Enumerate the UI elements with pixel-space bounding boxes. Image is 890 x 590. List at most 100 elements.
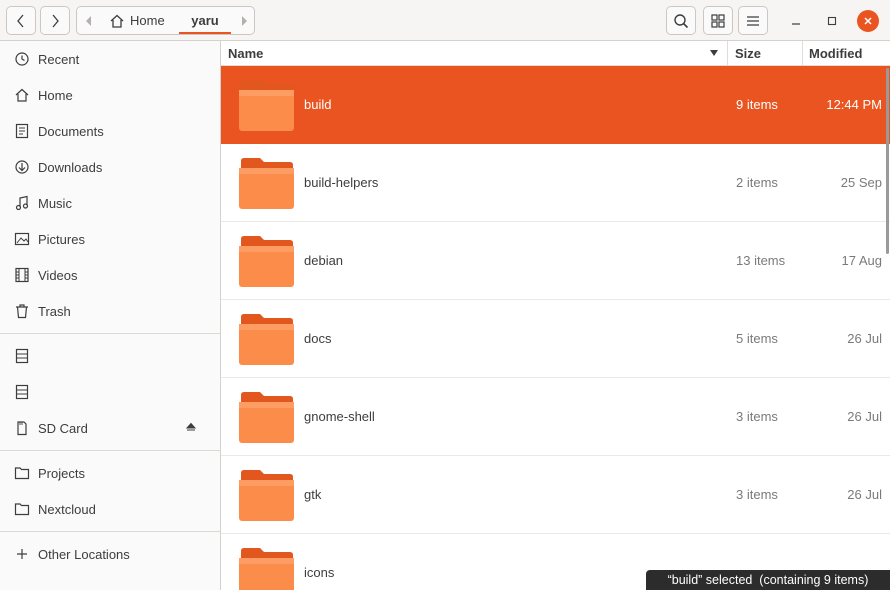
chevron-right-icon [52, 14, 59, 27]
minimize-icon [792, 23, 800, 25]
file-row-gtk[interactable]: gtk 3 items 26 Jul [221, 456, 890, 534]
picture-icon [14, 232, 30, 246]
file-name: docs [304, 331, 332, 346]
sidebar-separator [0, 450, 220, 451]
file-size: 13 items [736, 253, 786, 268]
breadcrumb-yaru[interactable]: yaru [179, 7, 231, 34]
trash-icon [16, 304, 28, 319]
sidebar-item-drive-1[interactable] [0, 338, 220, 374]
column-header-row: Name Size Modified [221, 41, 890, 66]
file-modified: 12:44 PM [826, 97, 882, 112]
scrollbar[interactable] [886, 68, 889, 254]
sidebar-item-projects[interactable]: Projects [0, 455, 220, 491]
close-button[interactable] [857, 10, 879, 32]
file-modified: 17 Aug [841, 253, 883, 268]
sort-descending-icon[interactable] [709, 49, 719, 57]
sidebar-item-label: Projects [38, 465, 85, 481]
file-size: 3 items [736, 487, 778, 502]
file-name: gnome-shell [304, 409, 375, 424]
close-icon [864, 17, 872, 25]
sidebar-separator [0, 333, 220, 334]
sidebar-item-label: Home [38, 87, 73, 103]
folder-icon [239, 470, 294, 521]
sidebar-item-nextcloud[interactable]: Nextcloud [0, 491, 220, 527]
eject-icon[interactable] [186, 422, 196, 432]
folder-icon [239, 158, 294, 209]
plus-icon [17, 549, 27, 559]
search-button[interactable] [666, 6, 696, 35]
file-row-build[interactable]: build 9 items 12:44 PM [221, 66, 890, 144]
home-icon [15, 88, 29, 102]
back-button[interactable] [6, 6, 36, 35]
clock-icon [15, 52, 29, 66]
file-size: 3 items [736, 409, 778, 424]
maximize-button[interactable] [821, 10, 843, 32]
sidebar-item-sd-card[interactable]: SD Card [0, 410, 220, 446]
file-size: 2 items [736, 175, 778, 190]
sidebar: Recent Home Documents Downloads Music Pi… [0, 41, 221, 590]
film-icon [15, 267, 29, 283]
sidebar-item-label: Videos [38, 267, 78, 283]
folder-icon [239, 314, 294, 365]
sidebar-item-label: Pictures [38, 231, 85, 247]
file-modified: 26 Jul [847, 409, 882, 424]
file-name: gtk [304, 487, 322, 502]
sidebar-separator [0, 531, 220, 532]
column-divider[interactable] [727, 41, 728, 66]
sidebar-item-label: Documents [38, 123, 104, 139]
file-size: 5 items [736, 331, 778, 346]
file-modified: 26 Jul [847, 487, 882, 502]
sidebar-item-pictures[interactable]: Pictures [0, 221, 220, 257]
sidebar-item-videos[interactable]: Videos [0, 257, 220, 293]
path-scroll-left-icon[interactable] [85, 15, 93, 27]
sidebar-item-other-locations[interactable]: Other Locations [0, 536, 220, 572]
folder-icon [239, 392, 294, 443]
file-name: debian [304, 253, 344, 268]
document-icon [15, 123, 29, 139]
file-size: 9 items [736, 97, 778, 112]
file-row-build-helpers[interactable]: build-helpers 2 items 25 Sep [221, 144, 890, 222]
path-scroll-right-icon[interactable] [240, 15, 248, 27]
column-header-name[interactable]: Name [228, 46, 263, 61]
file-modified: 26 Jul [847, 331, 882, 346]
chevron-left-icon [17, 14, 24, 27]
hamburger-menu-icon [747, 15, 759, 26]
breadcrumb-home-label: Home [130, 13, 165, 28]
file-modified: 25 Sep [840, 175, 882, 190]
sidebar-item-label: Downloads [38, 159, 103, 175]
file-row-gnome-shell[interactable]: gnome-shell 3 items 26 Jul [221, 378, 890, 456]
file-row-debian[interactable]: debian 13 items 17 Aug [221, 222, 890, 300]
sidebar-item-home[interactable]: Home [0, 77, 220, 113]
column-divider[interactable] [802, 41, 803, 66]
status-floating-bar: “build” selected (containing 9 items) [646, 570, 890, 590]
file-list: Name Size Modified build 9 items 12:44 P… [221, 41, 890, 590]
view-toggle-button[interactable] [703, 6, 733, 35]
header-bar: Home yaru [0, 0, 890, 41]
sidebar-item-label: Other Locations [38, 546, 130, 562]
sidebar-item-label: Nextcloud [38, 501, 96, 517]
sidebar-item-downloads[interactable]: Downloads [0, 149, 220, 185]
breadcrumb-home[interactable]: Home [109, 7, 165, 34]
folder-icon [14, 467, 30, 480]
forward-button[interactable] [40, 6, 70, 35]
maximize-icon [827, 16, 837, 26]
sidebar-item-drive-2[interactable] [0, 374, 220, 410]
folder-icon [239, 548, 294, 590]
sidebar-item-recent[interactable]: Recent [0, 41, 220, 77]
drive-icon [15, 348, 29, 364]
file-name: build-helpers [304, 175, 379, 190]
sidebar-item-documents[interactable]: Documents [0, 113, 220, 149]
sidebar-item-label: Trash [38, 303, 71, 319]
menu-button[interactable] [738, 6, 768, 35]
minimize-button[interactable] [785, 10, 807, 32]
column-header-modified[interactable]: Modified [809, 46, 862, 61]
sidebar-item-label: SD Card [38, 420, 88, 436]
sd-card-icon [17, 421, 27, 436]
download-icon [15, 160, 29, 174]
file-row-docs[interactable]: docs 5 items 26 Jul [221, 300, 890, 378]
folder-icon [239, 236, 294, 287]
home-icon [110, 14, 124, 28]
sidebar-item-music[interactable]: Music [0, 185, 220, 221]
column-header-size[interactable]: Size [735, 46, 761, 61]
sidebar-item-trash[interactable]: Trash [0, 293, 220, 329]
